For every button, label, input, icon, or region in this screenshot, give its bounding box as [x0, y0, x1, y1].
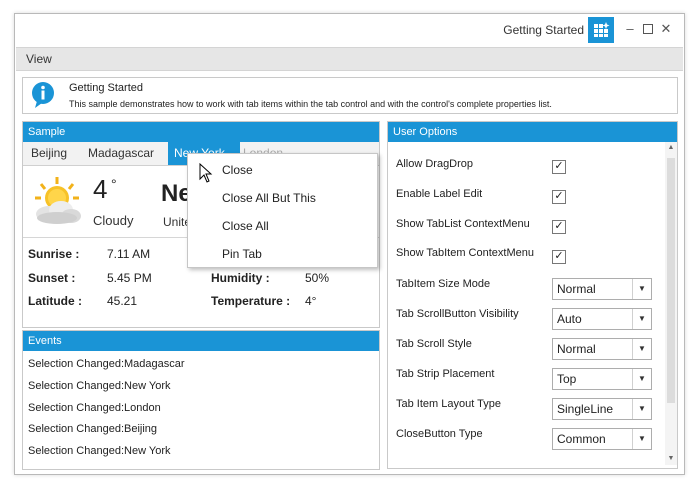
events-header: Events	[23, 331, 379, 351]
show-tablist-contextmenu-label: Show TabList ContextMenu	[396, 218, 530, 230]
degree-symbol: °	[111, 176, 117, 192]
chevron-down-icon: ▼	[632, 369, 651, 389]
weather-condition: Cloudy	[93, 213, 134, 228]
sample-header: Sample	[23, 122, 379, 142]
minimize-button[interactable]: –	[622, 20, 638, 38]
menu-view[interactable]: View	[26, 52, 52, 66]
tab-strip-placement-label: Tab Strip Placement	[396, 368, 495, 380]
info-box: Getting Started This sample demonstrates…	[22, 77, 678, 114]
cloudy-sun-icon	[27, 176, 83, 229]
allow-dragdrop-label: Allow DragDrop	[396, 158, 474, 170]
user-options-panel: User Options Allow DragDrop ✓ Enable Lab…	[387, 121, 678, 469]
maximize-button[interactable]	[640, 20, 656, 38]
tab-scroll-style-select[interactable]: Normal ▼	[552, 338, 652, 360]
closebutton-type-select[interactable]: Common ▼	[552, 428, 652, 450]
sunset-label: Sunset :	[28, 271, 76, 285]
show-tabitem-contextmenu-label: Show TabItem ContextMenu	[396, 247, 534, 259]
tab-item-layout-type-label: Tab Item Layout Type	[396, 398, 501, 410]
scroll-down-icon[interactable]: ▼	[665, 453, 677, 465]
closebutton-type-label: CloseButton Type	[396, 428, 483, 440]
tab-scrollbutton-visibility-label: Tab ScrollButton Visibility	[396, 308, 519, 320]
chevron-down-icon: ▼	[632, 279, 651, 299]
tab-scrollbutton-visibility-select[interactable]: Auto ▼	[552, 308, 652, 330]
chevron-down-icon: ▼	[632, 429, 651, 449]
latitude-label: Latitude :	[28, 294, 82, 308]
latitude-value: 45.21	[107, 294, 138, 308]
info-description: This sample demonstrates how to work wit…	[69, 99, 552, 109]
tab-beijing[interactable]: Beijing	[25, 142, 73, 165]
allow-dragdrop-checkbox[interactable]: ✓	[552, 160, 566, 174]
humidity-value: 50%	[305, 271, 330, 285]
menu-bar: View	[16, 47, 683, 71]
humidity-label: Humidity :	[211, 271, 270, 285]
event-item: Selection Changed:Beijing	[28, 423, 158, 435]
tabitem-size-mode-select[interactable]: Normal ▼	[552, 278, 652, 300]
title-bar: Getting Started – ✕	[15, 14, 684, 46]
enable-label-edit-checkbox[interactable]: ✓	[552, 190, 566, 204]
user-options-header: User Options	[388, 122, 677, 142]
event-item: Selection Changed:London	[28, 402, 161, 414]
context-item-close-all[interactable]: Close All	[222, 219, 269, 233]
event-item: Selection Changed:New York	[28, 380, 171, 392]
options-scrollbar[interactable]: ▲ ▼	[665, 142, 677, 465]
sunrise-value: 7.11 AM	[107, 247, 151, 261]
scroll-thumb[interactable]	[667, 158, 675, 403]
show-tablist-contextmenu-checkbox[interactable]: ✓	[552, 220, 566, 234]
temperature-stat-value: 4°	[305, 294, 317, 308]
temperature-label: Temperature :	[211, 294, 291, 308]
tab-madagascar[interactable]: Madagascar	[82, 142, 160, 165]
context-item-pin-tab[interactable]: Pin Tab	[222, 247, 262, 261]
chevron-down-icon: ▼	[632, 339, 651, 359]
close-window-button[interactable]: ✕	[658, 20, 674, 38]
tab-scroll-style-label: Tab Scroll Style	[396, 338, 472, 350]
mouse-cursor-icon	[199, 162, 213, 186]
info-icon	[31, 81, 55, 109]
event-item: Selection Changed:Madagascar	[28, 358, 185, 370]
tab-strip-placement-select[interactable]: Top ▼	[552, 368, 652, 390]
events-panel: Events Selection Changed:Madagascar Sele…	[22, 330, 380, 470]
context-item-close-all-but-this[interactable]: Close All But This	[222, 191, 316, 205]
app-grid-icon[interactable]	[588, 17, 614, 43]
window-title: Getting Started	[503, 23, 584, 37]
show-tabitem-contextmenu-checkbox[interactable]: ✓	[552, 250, 566, 264]
chevron-down-icon: ▼	[632, 309, 651, 329]
chevron-down-icon: ▼	[632, 399, 651, 419]
sunrise-label: Sunrise :	[28, 247, 80, 261]
enable-label-edit-label: Enable Label Edit	[396, 188, 483, 200]
sunset-value: 5.45 PM	[107, 271, 152, 285]
scroll-up-icon[interactable]: ▲	[665, 142, 677, 154]
tab-context-menu: Close Close All But This Close All Pin T…	[187, 153, 378, 268]
context-item-close[interactable]: Close	[222, 163, 253, 177]
event-item: Selection Changed:New York	[28, 445, 171, 457]
tab-item-layout-type-select[interactable]: SingleLine ▼	[552, 398, 652, 420]
tabitem-size-mode-label: TabItem Size Mode	[396, 278, 491, 290]
temperature-value: 4	[93, 174, 108, 204]
info-title: Getting Started	[69, 82, 143, 94]
